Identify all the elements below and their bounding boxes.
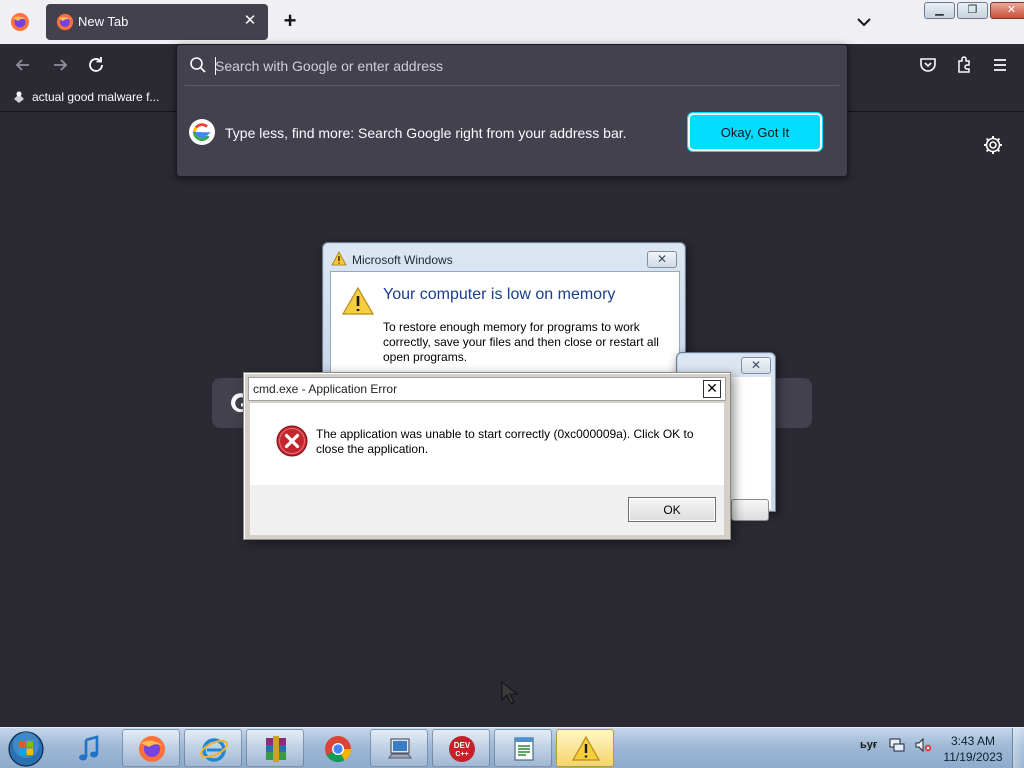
- dialog-title: Microsoft Windows: [352, 253, 453, 267]
- itunes-icon: [79, 735, 99, 761]
- tab-title: New Tab: [78, 14, 129, 29]
- tab-strip: New Tab ✕ + ▁ ❐ ✕: [0, 0, 1024, 44]
- warning-icon: [331, 251, 347, 266]
- dialog-body: The application was unable to start corr…: [250, 403, 724, 485]
- address-bar-input[interactable]: [215, 53, 815, 79]
- chrome-icon: [325, 736, 352, 763]
- text-caret: [215, 57, 216, 75]
- bookmark-label: actual good malware f...: [32, 90, 160, 104]
- tab-new-tab[interactable]: New Tab ✕: [46, 4, 268, 40]
- taskbar-internet-explorer[interactable]: [184, 729, 242, 767]
- computer-icon: [388, 738, 412, 759]
- dialog-close-button[interactable]: ✕: [741, 357, 771, 374]
- taskbar-warning[interactable]: [556, 729, 614, 767]
- network-icon[interactable]: [888, 736, 906, 754]
- dialog-titlebar: cmd.exe - Application Error ✕: [248, 377, 726, 401]
- show-desktop-button[interactable]: [1012, 728, 1024, 768]
- taskbar-itunes[interactable]: [60, 729, 118, 767]
- bookmark-item[interactable]: actual good malware f...: [12, 90, 159, 104]
- minimize-button[interactable]: ▁: [924, 2, 955, 19]
- dialog-button[interactable]: [731, 499, 769, 521]
- window-close-button[interactable]: ✕: [990, 2, 1024, 19]
- internet-explorer-icon: [200, 738, 228, 762]
- pocket-icon[interactable]: [917, 54, 939, 76]
- dialog-close-button[interactable]: ✕: [647, 251, 677, 268]
- taskbar: DEV C++ ьуғ 3:43 AM 11/19/2023: [0, 727, 1024, 768]
- chevron-down-icon[interactable]: [852, 10, 876, 34]
- devcpp-icon: DEV C++: [449, 736, 475, 762]
- okay-got-it-button[interactable]: Okay, Got It: [687, 112, 823, 152]
- firefox-icon: [139, 736, 165, 762]
- system-tray: ьуғ: [860, 736, 932, 754]
- extensions-icon[interactable]: [953, 54, 975, 76]
- mouse-cursor-icon: [501, 680, 519, 705]
- error-icon: [276, 425, 308, 457]
- svg-text:C++: C++: [455, 751, 468, 758]
- dialog-message: To restore enough memory for programs to…: [383, 320, 659, 364]
- taskbar-devcpp[interactable]: DEV C++: [432, 729, 490, 767]
- winrar-icon: [266, 736, 286, 762]
- clock-date: 11/19/2023: [943, 750, 1003, 764]
- start-button[interactable]: [6, 730, 46, 768]
- clock[interactable]: 3:43 AM 11/19/2023: [936, 733, 1010, 765]
- volume-muted-icon[interactable]: [914, 736, 932, 754]
- google-icon: [189, 119, 215, 145]
- search-icon: [190, 57, 206, 73]
- restore-button[interactable]: ❐: [957, 2, 988, 19]
- hamburger-menu-icon[interactable]: [989, 54, 1011, 76]
- taskbar-firefox[interactable]: [122, 729, 180, 767]
- reload-icon[interactable]: [85, 54, 107, 76]
- notepad-icon: [514, 737, 534, 761]
- warning-icon: [341, 286, 375, 315]
- bookmark-favicon-icon: [14, 91, 24, 103]
- dialog-footer: OK: [250, 485, 724, 535]
- dialog-title: cmd.exe - Application Error: [253, 382, 398, 396]
- forward-icon[interactable]: [49, 54, 71, 76]
- divider: [185, 85, 839, 86]
- dialog-heading: Your computer is low on memory: [383, 286, 616, 303]
- taskbar-notepad[interactable]: [494, 729, 552, 767]
- application-error-dialog: cmd.exe - Application Error ✕ The applic…: [243, 372, 731, 540]
- taskbar-winrar[interactable]: [246, 729, 304, 767]
- warning-icon: [571, 735, 601, 761]
- tab-close-icon[interactable]: ✕: [240, 10, 260, 32]
- language-indicator[interactable]: ьуғ: [860, 739, 880, 751]
- new-tab-button[interactable]: +: [278, 8, 302, 36]
- low-memory-dialog: Microsoft Windows ✕ Your computer is low…: [322, 242, 686, 377]
- taskbar-computer[interactable]: [370, 729, 428, 767]
- settings-gear-icon[interactable]: [982, 134, 1004, 156]
- taskbar-chrome[interactable]: [308, 729, 366, 767]
- firefox-icon: [56, 13, 74, 31]
- window-controls: ▁ ❐ ✕: [924, 2, 1024, 20]
- clock-time: 3:43 AM: [950, 734, 996, 748]
- urlbar-dropdown: Type less, find more: Search Google righ…: [176, 44, 848, 177]
- dialog-body: Your computer is low on memory To restor…: [330, 271, 680, 377]
- ok-button[interactable]: OK: [628, 497, 716, 522]
- promo-message: Type less, find more: Search Google righ…: [225, 125, 627, 141]
- dialog-message: The application was unable to start corr…: [316, 427, 694, 456]
- firefox-icon[interactable]: [10, 12, 30, 32]
- dialog-close-button[interactable]: ✕: [703, 380, 721, 398]
- svg-text:DEV: DEV: [454, 741, 471, 750]
- back-icon[interactable]: [12, 54, 34, 76]
